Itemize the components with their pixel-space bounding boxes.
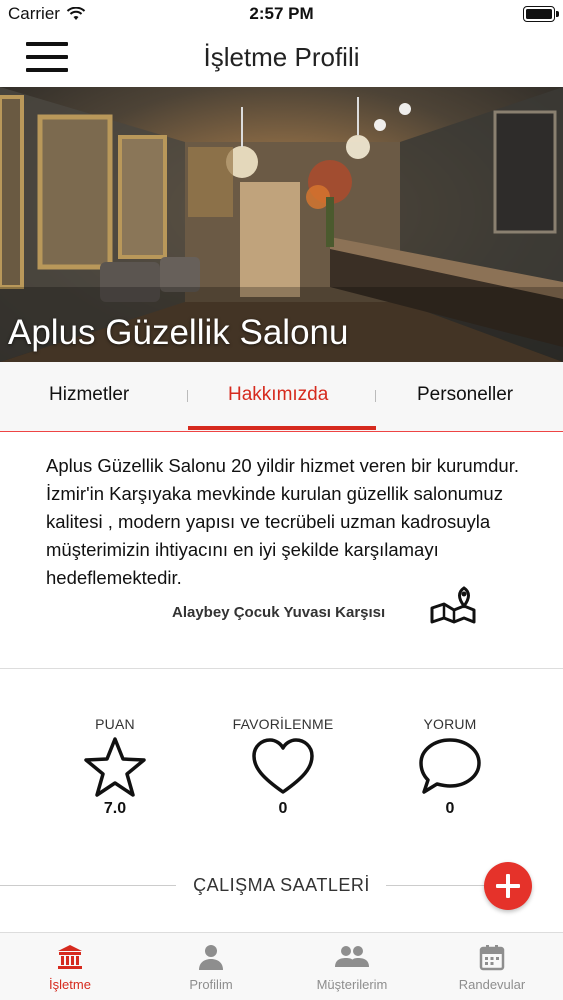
- add-button[interactable]: [484, 862, 532, 910]
- tab-separator: [187, 390, 188, 402]
- bottom-tab-bar: İşletme Profilim Müşterilerim Randevular: [0, 932, 563, 1000]
- tab-staff[interactable]: Personeller: [417, 384, 513, 406]
- tabbar-label: Müşterilerim: [316, 977, 388, 992]
- battery-icon: [523, 6, 559, 22]
- favorites-label: FAVORİLENME: [232, 716, 334, 732]
- status-bar: Carrier 2:57 PM: [0, 0, 563, 30]
- status-time: 2:57 PM: [249, 4, 314, 23]
- navigation-bar: İşletme Profili: [0, 30, 563, 86]
- segment-tabs: Hizmetler Hakkımızda Personeller: [0, 362, 563, 432]
- building-icon: [58, 945, 82, 969]
- favorites-stat: FAVORİLENME 0: [213, 716, 353, 818]
- active-tab-indicator: [188, 426, 376, 430]
- tabbar-label: Profilim: [189, 977, 233, 992]
- about-description: Aplus Güzellik Salonu 20 yildir hizmet v…: [46, 455, 519, 588]
- comments-label: YORUM: [423, 716, 477, 732]
- comments-value: 0: [445, 800, 455, 817]
- business-name: Aplus Güzellik Salonu: [8, 313, 349, 352]
- favorites-value: 0: [278, 800, 288, 817]
- tabbar-item-customers[interactable]: Müşterilerim: [292, 943, 412, 992]
- tabbar-label: Randevular: [458, 977, 526, 992]
- rating-label: PUAN: [95, 716, 135, 732]
- rating-value: 7.0: [103, 800, 127, 817]
- tabbar-item-profile[interactable]: Profilim: [151, 943, 271, 992]
- hero-image: Aplus Güzellik Salonu: [0, 87, 563, 362]
- map-pin-icon[interactable]: [430, 584, 476, 624]
- person-icon: [199, 945, 223, 970]
- tabbar-item-appointments[interactable]: Randevular: [432, 943, 552, 992]
- rating-stat: PUAN 7.0: [45, 716, 185, 818]
- section-line-right: [386, 885, 486, 886]
- business-address: Alaybey Çocuk Yuvası Karşısı: [172, 604, 386, 621]
- star-icon[interactable]: [83, 736, 147, 798]
- tab-separator: [375, 390, 376, 402]
- calendar-icon: [479, 945, 505, 971]
- tab-about[interactable]: Hakkımızda: [228, 384, 328, 406]
- section-divider: [0, 668, 563, 669]
- heart-icon[interactable]: [251, 736, 315, 798]
- tabbar-item-business[interactable]: İşletme: [10, 943, 130, 992]
- speech-bubble-icon[interactable]: [418, 736, 482, 798]
- page-title: İşletme Profili: [203, 42, 360, 72]
- tab-services[interactable]: Hizmetler: [49, 384, 129, 406]
- tabbar-label: İşletme: [49, 977, 91, 992]
- comments-stat: YORUM 0: [380, 716, 520, 818]
- people-icon: [335, 946, 369, 967]
